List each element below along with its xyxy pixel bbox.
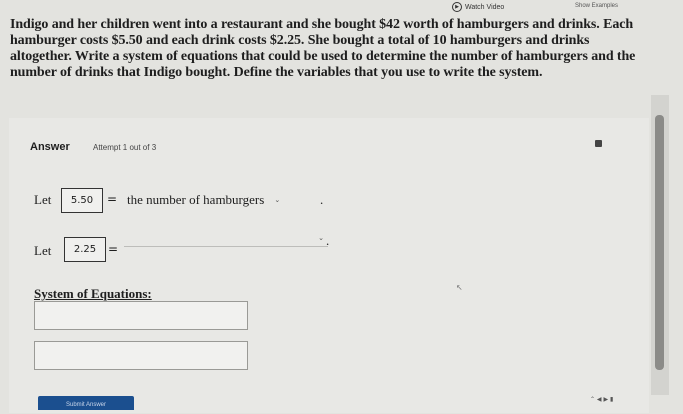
answer-heading: Answer (30, 141, 70, 153)
let-label-1: Let (34, 192, 52, 207)
top-toolbar: ▶ Watch Video Show Examples (0, 0, 683, 14)
submit-answer-label: Submit Answer (65, 402, 107, 408)
show-examples-button[interactable]: Show Examples (575, 3, 618, 9)
question-text: Indigo and her children went into a rest… (10, 17, 636, 80)
period-1: . (320, 192, 324, 207)
variable-definition-select-2[interactable]: ⌄ (124, 232, 328, 247)
chevron-down-icon: ⌄ (318, 234, 324, 242)
calculator-icon[interactable] (595, 140, 602, 147)
equals-sign-2: = (108, 242, 119, 256)
play-icon: ▶ (452, 2, 462, 12)
let-label-2: Let (34, 243, 52, 258)
variable-definition-value-1: the number of hamburgers (127, 192, 265, 207)
chevron-down-icon: ⌄ (274, 196, 281, 204)
watch-video-button[interactable]: ▶ Watch Video (452, 2, 504, 12)
equals-sign-1: = (107, 192, 118, 206)
taskbar-icons: ⌃ ◀ ▶ ▮ (590, 396, 614, 403)
equation-input-1[interactable] (34, 301, 248, 330)
system-of-equations-title: System of Equations: (34, 286, 152, 301)
mouse-cursor-icon: ↖ (456, 283, 463, 292)
variable-definition-select-1[interactable]: the number of hamburgers ⌄ (127, 192, 280, 208)
equation-input-2[interactable] (34, 341, 248, 370)
variable-input-2[interactable]: 2.25 (64, 237, 106, 262)
variable-input-1[interactable]: 5.50 (61, 188, 103, 213)
scrollbar-thumb[interactable] (655, 115, 664, 370)
submit-answer-button[interactable]: Submit Answer (38, 396, 134, 410)
watch-video-label: Watch Video (465, 3, 505, 11)
period-2: . (326, 233, 330, 248)
attempt-counter: Attempt 1 out of 3 (93, 143, 157, 152)
